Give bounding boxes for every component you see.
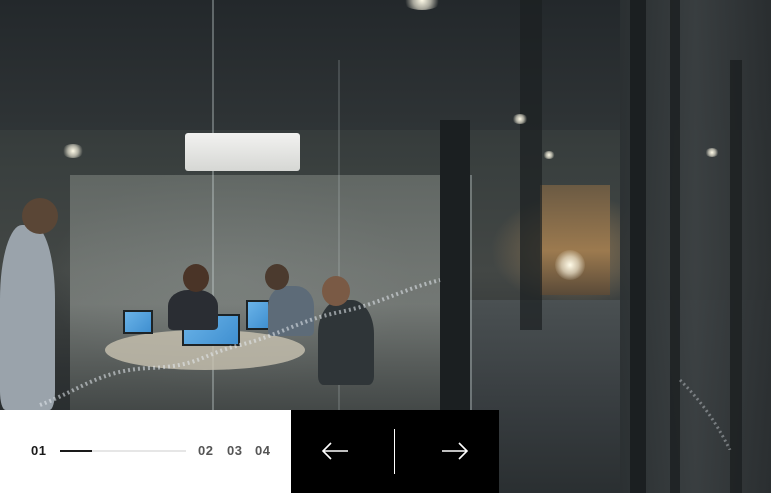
- ceiling-light: [705, 148, 719, 157]
- slide-link-03[interactable]: 03: [227, 443, 242, 458]
- slide-progress-fill: [60, 450, 92, 452]
- ceiling-light: [62, 144, 84, 158]
- arrow-left-icon: [321, 442, 348, 460]
- previous-slide-button[interactable]: [291, 410, 395, 493]
- person-head: [22, 198, 58, 234]
- slide-progress-track: [60, 450, 186, 452]
- slide-link-02[interactable]: 02: [198, 443, 213, 458]
- arrow-right-icon: [442, 442, 469, 460]
- current-slide-number: 01: [31, 443, 47, 458]
- next-slide-button[interactable]: [395, 410, 499, 493]
- slide-link-04[interactable]: 04: [255, 443, 270, 458]
- air-conditioner: [185, 133, 300, 171]
- slide-navigation: [291, 410, 499, 493]
- ceiling-light: [543, 151, 555, 159]
- ceiling-light: [512, 114, 528, 124]
